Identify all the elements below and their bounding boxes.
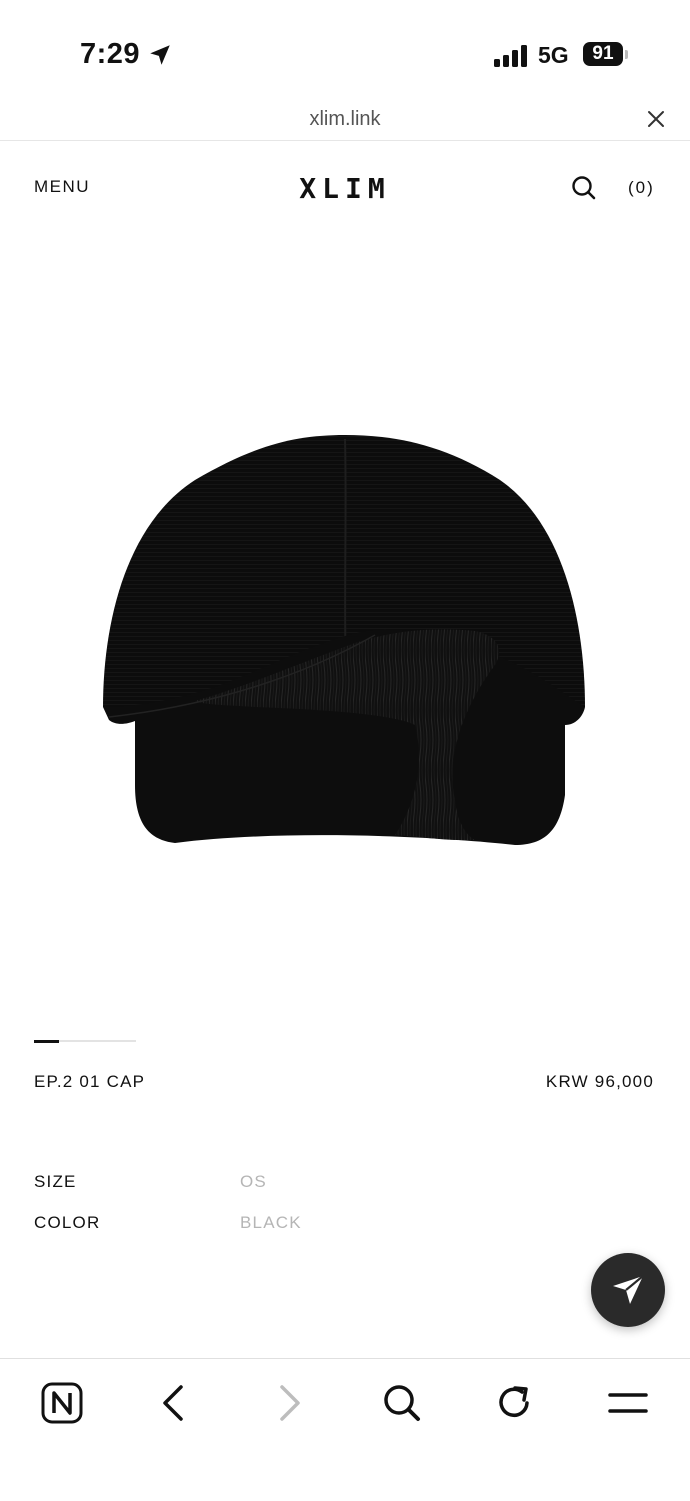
menu-toolbar-button[interactable]: [606, 1381, 650, 1425]
product-name: EP.2 01 CAP: [34, 1072, 146, 1091]
toolbar-search-button[interactable]: [380, 1381, 424, 1425]
carousel-active-segment: [34, 1039, 59, 1043]
back-icon: [163, 1385, 183, 1421]
search-icon: [384, 1385, 420, 1421]
forward-button[interactable]: [266, 1381, 310, 1425]
color-value[interactable]: BLACK: [240, 1213, 302, 1233]
menu-icon: [608, 1393, 648, 1413]
browser-toolbar: [0, 1358, 690, 1501]
search-icon[interactable]: [570, 174, 598, 202]
product-price: KRW 96,000: [545, 1072, 654, 1091]
status-time: 7:29: [80, 38, 141, 70]
location-arrow-icon: [150, 45, 170, 65]
network-type: 5G: [538, 42, 569, 68]
send-button[interactable]: [591, 1253, 665, 1327]
refresh-icon: [499, 1386, 529, 1417]
naver-home-icon: [41, 1382, 83, 1424]
forward-icon: [280, 1385, 300, 1421]
naver-home-button[interactable]: [40, 1381, 84, 1425]
battery-level: 91: [583, 42, 623, 66]
image-carousel-indicator[interactable]: [34, 1039, 136, 1043]
battery-nub: [625, 50, 628, 59]
refresh-button[interactable]: [493, 1381, 537, 1425]
url-text[interactable]: xlim.link: [0, 108, 690, 131]
size-value[interactable]: OS: [240, 1172, 267, 1192]
cart-button[interactable]: (0): [628, 178, 655, 198]
signal-bars-icon: [494, 45, 527, 67]
status-bar: 7:29 5G 91: [0, 0, 690, 100]
color-label: COLOR: [34, 1213, 101, 1232]
close-icon[interactable]: [645, 108, 667, 130]
black-cap-image[interactable]: [95, 425, 595, 855]
back-button[interactable]: [153, 1381, 197, 1425]
browser-url-bar[interactable]: xlim.link: [0, 100, 690, 141]
send-icon: [613, 1275, 644, 1304]
size-label: SIZE: [34, 1172, 77, 1191]
battery-icon: 91: [583, 42, 631, 68]
